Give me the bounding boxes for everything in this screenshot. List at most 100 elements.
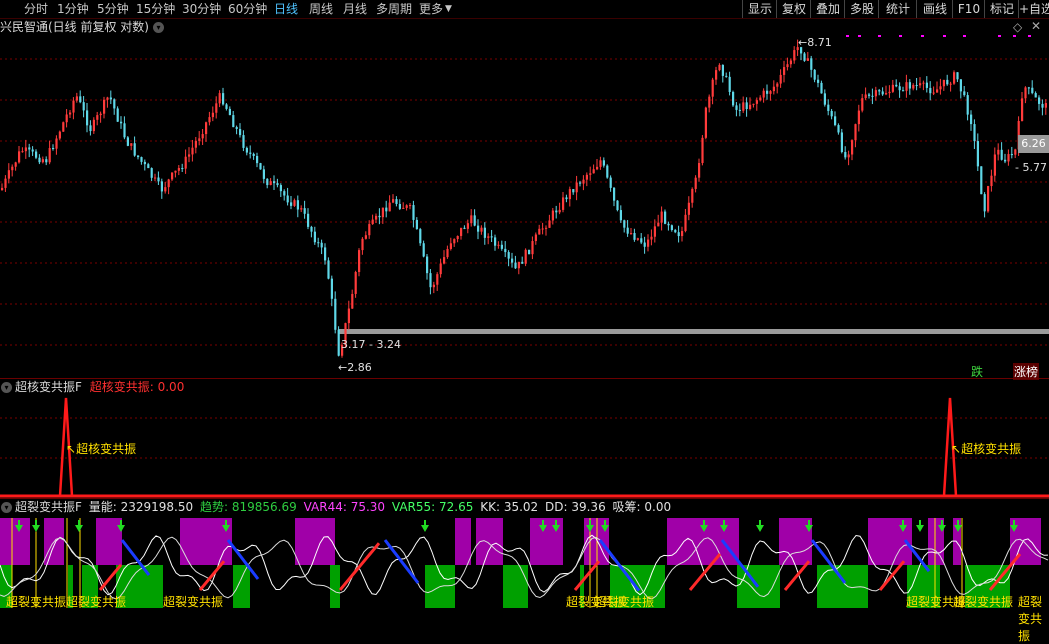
chevron-down-icon[interactable]: ▾: [1, 382, 12, 393]
high-price-label: ←8.71: [798, 36, 832, 49]
candle-body: [466, 223, 469, 229]
candle-body: [701, 137, 704, 164]
candle-body: [239, 128, 242, 136]
candle-body: [48, 147, 51, 163]
candle-body: [715, 70, 718, 80]
marker-dot: [858, 35, 861, 37]
candle-body: [626, 227, 629, 234]
candle-body: [667, 223, 670, 226]
candle-body: [432, 284, 435, 288]
candle-body: [783, 67, 786, 75]
candle-body: [235, 127, 238, 129]
candle-body: [395, 199, 398, 205]
candle-body: [120, 121, 123, 124]
candle-body: [320, 242, 323, 248]
candle-body: [228, 108, 231, 116]
candle-body: [987, 186, 990, 212]
candle-body: [215, 103, 218, 113]
candle-body: [885, 93, 888, 95]
candle-body: [429, 273, 432, 288]
marker-dot: [846, 35, 849, 37]
candle-body: [256, 156, 259, 164]
candle-body: [749, 104, 752, 110]
panel2-indicator-label: 超核变共振: [89, 380, 150, 394]
candle-body: [745, 102, 748, 110]
field-value: 819856.69: [231, 500, 297, 514]
candle-body: [616, 200, 619, 211]
zone-green: [503, 565, 528, 608]
candle-body: [1038, 97, 1041, 104]
candle-body: [643, 242, 646, 247]
candle-body: [572, 189, 575, 193]
trend-down-segment: [383, 539, 420, 584]
candle-body: [711, 79, 714, 97]
candle-body: [232, 115, 235, 128]
candlestick-chart: [0, 35, 1049, 608]
candle-body: [681, 231, 684, 237]
candle-body: [245, 147, 248, 153]
panel2-name: 超核变共振F: [15, 380, 82, 394]
candle-body: [878, 90, 881, 92]
candle-body: [164, 187, 167, 192]
candle-body: [820, 82, 823, 94]
field-label: 趋势: [199, 500, 224, 514]
candle-body: [698, 163, 701, 178]
candle-body: [602, 160, 605, 166]
candle-body: [92, 119, 95, 132]
trend-up-segment: [573, 560, 601, 591]
down-arrow-icon: [32, 525, 40, 532]
candle-body: [738, 109, 741, 111]
candle-body: [806, 58, 809, 61]
candle-body: [405, 205, 408, 208]
down-arrow-icon: [421, 525, 429, 532]
candle-body: [766, 90, 769, 94]
trend-up-segment: [338, 542, 381, 591]
marker-dot: [998, 35, 1001, 37]
candle-body: [415, 219, 418, 230]
candle-body: [262, 169, 265, 179]
candle-body: [191, 147, 194, 155]
candle-body: [983, 194, 986, 212]
panel2-signal-text: 超核变共振: [76, 442, 137, 456]
candle-body: [507, 252, 510, 259]
panel2-signal-right: ↖超核变共振: [951, 442, 1022, 456]
candle-body: [86, 110, 89, 126]
candle-body: [52, 147, 55, 149]
candle-body: [728, 76, 731, 92]
candle-body: [528, 249, 531, 255]
candle-body: [65, 114, 68, 123]
candle-body: [592, 169, 595, 174]
candle-body: [732, 91, 735, 106]
candle-body: [575, 182, 578, 193]
candle-body: [670, 225, 673, 230]
candle-body: [45, 159, 48, 163]
candle-body: [908, 82, 911, 89]
candle-body: [844, 152, 847, 158]
candle-body: [500, 244, 503, 249]
candle-body: [545, 227, 548, 229]
marker-dot: [1028, 35, 1031, 37]
field-volume: 量能: 2329198.50: [88, 500, 194, 514]
candle-body: [694, 177, 697, 189]
candle-body: [392, 199, 395, 203]
candle-body: [157, 177, 160, 182]
candle-body: [881, 91, 884, 95]
candle-body: [752, 103, 755, 105]
candle-body: [874, 90, 877, 97]
candle-body: [72, 100, 75, 113]
panel3-name: 超裂变共振F: [15, 500, 82, 514]
candle-body: [436, 274, 439, 285]
panel2-title: 超核变共振F 超核变共振: 0.00: [15, 379, 184, 395]
candle-body: [106, 97, 109, 100]
candle-body: [990, 175, 993, 187]
candle-body: [633, 233, 636, 240]
candle-body: [130, 143, 133, 146]
chevron-down-icon[interactable]: ▾: [1, 502, 12, 513]
zone-green: [233, 565, 250, 608]
trend-up-segment: [783, 560, 811, 591]
candle-body: [759, 97, 762, 101]
candle-body: [398, 204, 401, 209]
candle-body: [514, 262, 517, 269]
candle-body: [188, 154, 191, 157]
candle-body: [1044, 103, 1047, 108]
